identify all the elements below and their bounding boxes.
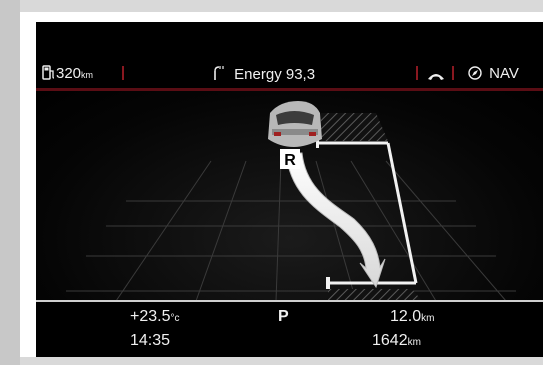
car-icon <box>268 101 322 147</box>
status-separator <box>122 66 124 80</box>
odometer-value: 1642 <box>372 332 408 349</box>
parking-assist-view: R <box>36 91 543 301</box>
nav-label: NAV <box>489 65 519 82</box>
floor-grid <box>66 160 516 301</box>
info-bar: +23.5°c P 12.0km 14:35 1642km <box>36 300 543 357</box>
temperature-unit: °c <box>170 313 180 324</box>
slot-end-tick <box>326 277 330 289</box>
status-separator <box>416 66 418 80</box>
compass-icon <box>468 66 482 80</box>
odometer: 1642km <box>372 332 421 350</box>
gear-indicator: P <box>278 308 289 325</box>
page-left-border <box>0 0 20 365</box>
phone-status[interactable] <box>427 68 445 85</box>
fuel-pump-icon <box>42 65 55 80</box>
page-top-border <box>20 0 543 12</box>
temperature-value: +23.5 <box>130 308 171 325</box>
instrument-cluster-screen: 320km Energy 93,3 NAV R +23.5°c P 12.0km… <box>36 22 543 357</box>
status-separator <box>452 66 454 80</box>
energy-plug-icon <box>214 66 224 80</box>
range-unit: km <box>81 70 94 80</box>
nav-readout[interactable]: NAV <box>468 65 519 82</box>
clock: 14:35 <box>130 332 171 349</box>
parking-scene: R <box>66 101 516 301</box>
outside-temperature: +23.5°c <box>130 308 179 326</box>
energy-label: Energy 93,3 <box>234 66 316 83</box>
info-divider <box>36 300 543 302</box>
odometer-unit: km <box>407 337 421 348</box>
trip-distance: 12.0km <box>390 308 434 326</box>
trip-unit: km <box>421 313 435 324</box>
range-value: 320 <box>56 65 82 82</box>
gear-marker-r: R <box>284 152 296 169</box>
page-bottom-border <box>20 357 543 365</box>
status-bar: 320km Energy 93,3 NAV <box>36 22 543 91</box>
energy-readout: Energy 93,3 <box>212 65 315 83</box>
range-readout: 320km <box>42 65 93 82</box>
trip-distance-value: 12.0 <box>390 308 422 325</box>
hatched-zone-top <box>321 113 388 141</box>
phone-handset-icon <box>428 74 444 80</box>
reverse-trajectory <box>285 152 386 289</box>
